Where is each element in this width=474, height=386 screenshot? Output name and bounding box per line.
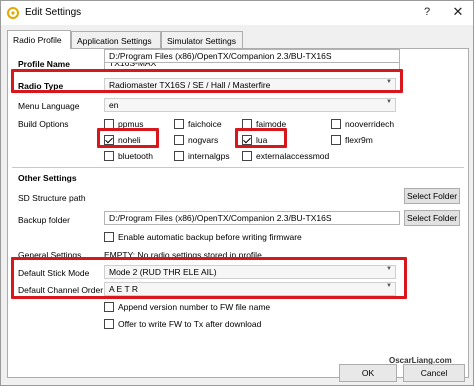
ok-button[interactable]: OK [339,364,397,382]
backup-select-folder-button[interactable]: Select Folder [404,210,460,226]
noheli-highlight [97,128,159,148]
tab-radio-profile[interactable]: Radio Profile [7,30,71,49]
sd-select-folder-button[interactable]: Select Folder [404,188,460,204]
section-divider [12,167,464,168]
bluetooth-checkbox[interactable] [104,151,114,161]
menu-language-label: Menu Language [18,101,80,111]
sd-structure-label: SD Structure path [18,193,86,203]
menu-language-select[interactable]: en ▼ [104,98,396,112]
append-version-checkbox[interactable] [104,302,114,312]
sd-structure-input[interactable]: D:/Program Files (x86)/OpenTX/Companion … [104,49,400,63]
cancel-button[interactable]: Cancel [403,364,465,382]
faichoice-label: faichoice [188,119,222,129]
flexr9m-label: flexr9m [345,135,373,145]
radio-profile-panel: Profile Name TX16S-MAX Radio Type Radiom… [7,48,469,378]
other-settings-heading: Other Settings [18,173,77,183]
backup-folder-input[interactable]: D:/Program Files (x86)/OpenTX/Companion … [104,211,400,225]
menu-language-value: en [109,100,119,110]
edit-settings-dialog: Edit Settings ? ✕ Radio Profile Applicat… [0,0,474,386]
externalaccessmod-checkbox[interactable] [242,151,252,161]
offer-write-checkbox[interactable] [104,319,114,329]
backup-folder-label: Backup folder [18,215,70,225]
offer-write-label: Offer to write FW to Tx after download [118,319,262,329]
bluetooth-label: bluetooth [118,151,153,161]
flexr9m-checkbox[interactable] [331,135,341,145]
internalgps-checkbox[interactable] [174,151,184,161]
auto-backup-checkbox[interactable] [104,232,114,242]
nogvars-checkbox[interactable] [174,135,184,145]
nooverridech-label: nooverridech [345,119,395,129]
tab-simulator-settings[interactable]: Simulator Settings [161,31,243,48]
tab-application-settings[interactable]: Application Settings [71,31,161,48]
faichoice-checkbox[interactable] [174,119,184,129]
profile-name-label: Profile Name [18,59,70,69]
lua-highlight [235,128,287,148]
stick-channel-highlight [11,257,407,299]
build-options-label: Build Options [18,119,69,129]
window-title: Edit Settings [25,7,82,18]
externalaccessmod-label: externalaccessmod [256,151,330,161]
internalgps-label: internalgps [188,151,230,161]
nooverridech-checkbox[interactable] [331,119,341,129]
auto-backup-label: Enable automatic backup before writing f… [118,232,302,242]
radio-type-highlight [11,69,403,93]
title-bar: Edit Settings ? ✕ [1,1,473,25]
close-button[interactable]: ✕ [443,1,473,23]
nogvars-label: nogvars [188,135,219,145]
append-version-label: Append version number to FW file name [118,302,271,312]
app-icon [7,7,19,19]
chevron-down-icon: ▼ [386,99,392,105]
help-button[interactable]: ? [415,1,439,23]
